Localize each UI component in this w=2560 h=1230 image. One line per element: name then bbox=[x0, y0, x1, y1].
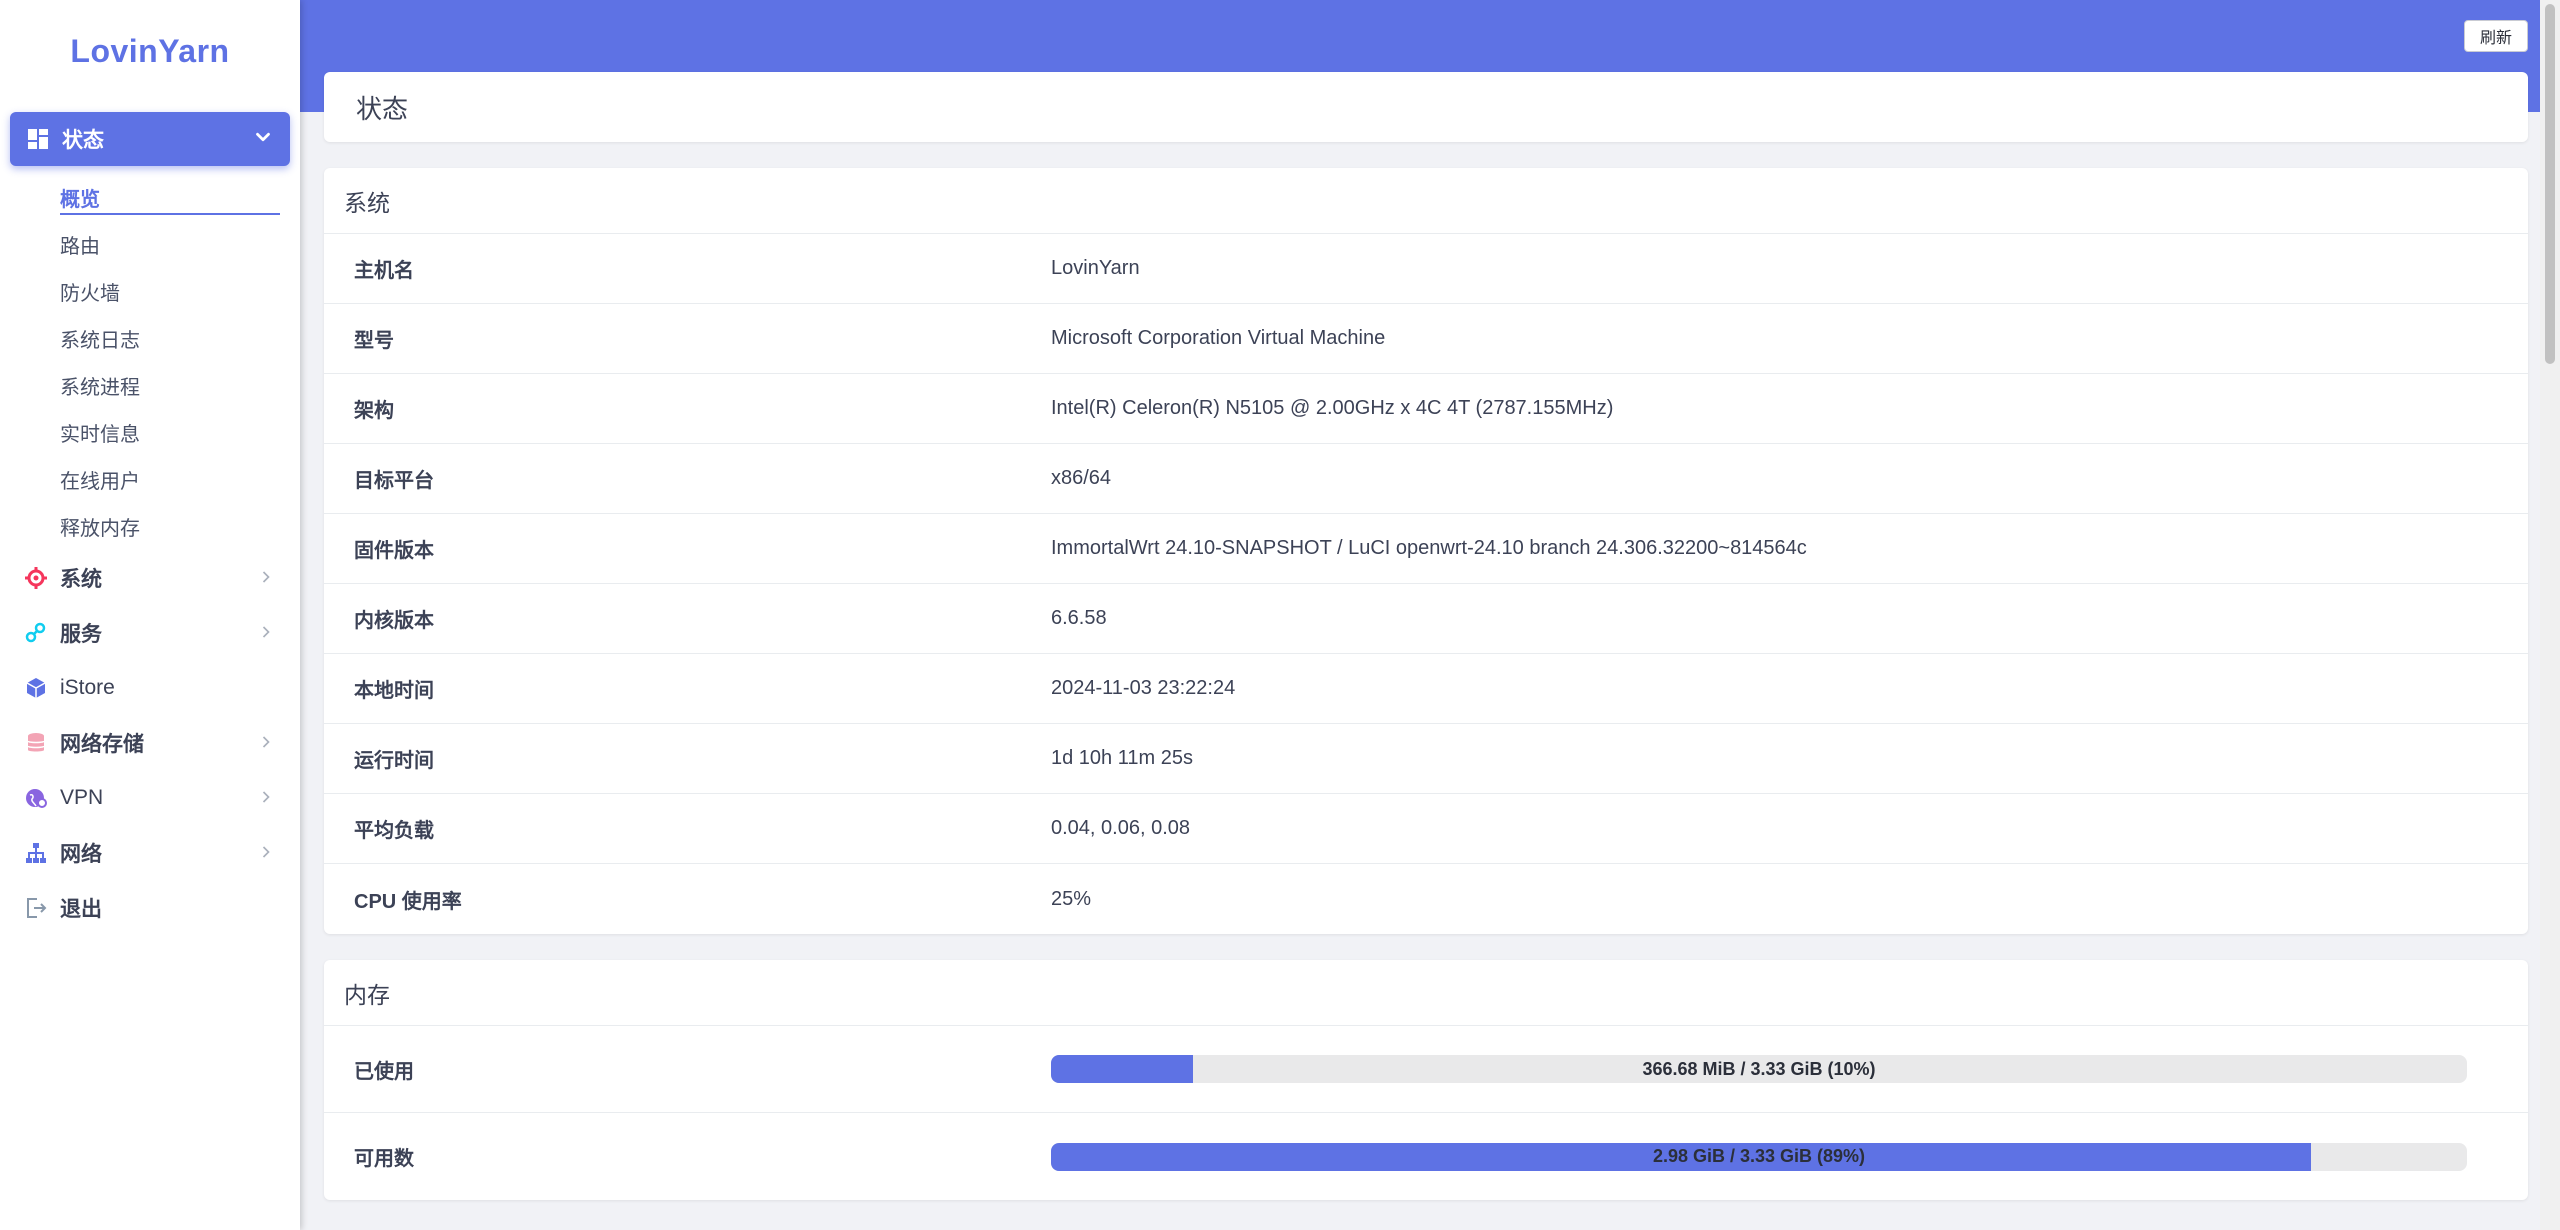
main-content: 状态 系统 主机名 LovinYarn 型号 Microsoft Corporati… bbox=[324, 72, 2528, 1200]
table-row: 运行时间 1d 10h 11m 25s bbox=[324, 724, 2528, 794]
table-row: 本地时间 2024-11-03 23:22:24 bbox=[324, 654, 2528, 724]
sidebar-item-nas[interactable]: 网络存储 bbox=[0, 715, 300, 770]
sidebar-item-online-users[interactable]: 在线用户 bbox=[0, 456, 300, 503]
row-key: 本地时间 bbox=[354, 680, 434, 702]
row-value: ImmortalWrt 24.10-SNAPSHOT / LuCI openwr… bbox=[1051, 537, 1807, 559]
memory-row: 已使用 366.68 MiB / 3.33 GiB (10%) bbox=[324, 1026, 2528, 1113]
row-key: 固件版本 bbox=[354, 540, 434, 562]
sidebar-subnav: 概览 路由 防火墙 系统日志 系统进程 实时信息 在线用户 释放内存 bbox=[0, 174, 300, 550]
row-value: 0.04, 0.06, 0.08 bbox=[1051, 817, 1191, 839]
scrollbar-thumb[interactable] bbox=[2545, 4, 2555, 364]
row-key: 型号 bbox=[354, 330, 394, 352]
row-key: 运行时间 bbox=[354, 750, 434, 772]
sidebar-group-status[interactable]: 状态 bbox=[10, 112, 290, 166]
dashboard-icon bbox=[26, 127, 50, 151]
row-key: 目标平台 bbox=[354, 470, 434, 492]
sidebar-item-routes[interactable]: 路由 bbox=[0, 221, 300, 268]
sidebar-item-processes[interactable]: 系统进程 bbox=[0, 362, 300, 409]
menu-label: iStore bbox=[60, 675, 115, 699]
row-key: 平均负载 bbox=[354, 820, 434, 842]
table-row: CPU 使用率 25% bbox=[324, 864, 2528, 934]
sidebar-item-realtime[interactable]: 实时信息 bbox=[0, 409, 300, 456]
chevron-down-icon bbox=[252, 126, 274, 148]
services-icon bbox=[24, 621, 48, 645]
system-card-header: 系统 bbox=[324, 168, 2528, 234]
page-title: 状态 bbox=[324, 72, 2528, 142]
sidebar-item-free-memory[interactable]: 释放内存 bbox=[0, 503, 300, 550]
table-row: 内核版本 6.6.58 bbox=[324, 584, 2528, 654]
memory-card-header: 内存 bbox=[324, 960, 2528, 1026]
sidebar-item-network[interactable]: 网络 bbox=[0, 825, 300, 880]
sidebar-group-label: 状态 bbox=[62, 129, 104, 152]
row-key: 主机名 bbox=[354, 260, 414, 282]
row-value: x86/64 bbox=[1051, 467, 1112, 489]
row-key: 可用数 bbox=[354, 1148, 414, 1170]
sidebar-item-syslog[interactable]: 系统日志 bbox=[0, 315, 300, 362]
memory-used-bar: 366.68 MiB / 3.33 GiB (10%) bbox=[1051, 1055, 2467, 1083]
memory-row: 可用数 2.98 GiB / 3.33 GiB (89%) bbox=[324, 1113, 2528, 1200]
menu-label: 系统 bbox=[60, 567, 102, 591]
menu-label: 退出 bbox=[60, 897, 102, 921]
row-key: 内核版本 bbox=[354, 610, 434, 632]
row-value: Microsoft Corporation Virtual Machine bbox=[1051, 327, 1386, 349]
brand-logo[interactable]: LovinYarn bbox=[0, 0, 300, 102]
row-value: 6.6.58 bbox=[1051, 607, 1107, 629]
row-key: 已使用 bbox=[354, 1060, 414, 1083]
box-icon bbox=[24, 676, 48, 700]
progress-label: 2.98 GiB / 3.33 GiB (89%) bbox=[1652, 1146, 1866, 1166]
sidebar-item-overview[interactable]: 概览 bbox=[0, 174, 300, 221]
memory-card: 内存 已使用 366.68 MiB / 3.33 GiB (10%) 可用数 2… bbox=[324, 960, 2528, 1200]
sidebar-item-vpn[interactable]: VPN bbox=[0, 770, 300, 825]
table-row: 主机名 LovinYarn bbox=[324, 234, 2528, 304]
sidebar-item-system[interactable]: 系统 bbox=[0, 550, 300, 605]
memory-available-bar: 2.98 GiB / 3.33 GiB (89%) bbox=[1051, 1142, 2467, 1171]
network-tree-icon bbox=[24, 841, 48, 865]
table-row: 型号 Microsoft Corporation Virtual Machine bbox=[324, 304, 2528, 374]
refresh-button[interactable]: 刷新 bbox=[2464, 20, 2528, 52]
row-key: 架构 bbox=[354, 400, 394, 422]
menu-label: 服务 bbox=[60, 622, 102, 646]
row-value: 366.68 MiB / 3.33 GiB (10%) bbox=[1051, 1055, 2528, 1083]
progress-label: 366.68 MiB / 3.33 GiB (10%) bbox=[1642, 1058, 1876, 1079]
gear-icon bbox=[24, 566, 48, 590]
row-value: 25% bbox=[1051, 887, 1092, 910]
database-icon bbox=[24, 731, 48, 755]
chevron-right-icon bbox=[256, 732, 276, 752]
chevron-right-icon bbox=[256, 622, 276, 642]
chevron-right-icon bbox=[256, 787, 276, 807]
menu-label: VPN bbox=[60, 785, 104, 809]
row-key: CPU 使用率 bbox=[354, 890, 462, 913]
sidebar-item-istore[interactable]: iStore bbox=[0, 660, 300, 715]
row-value: Intel(R) Celeron(R) N5105 @ 2.00GHz x 4C… bbox=[1051, 397, 1614, 419]
table-row: 架构 Intel(R) Celeron(R) N5105 @ 2.00GHz x … bbox=[324, 374, 2528, 444]
system-card: 系统 主机名 LovinYarn 型号 Microsoft Corporation … bbox=[324, 168, 2528, 934]
sidebar: LovinYarn 状态 概览 路由 防火墙 系统日志 系统进程 实时信息 在线… bbox=[0, 0, 300, 1230]
logout-icon bbox=[24, 896, 48, 920]
table-row: 目标平台 x86/64 bbox=[324, 444, 2528, 514]
page-scrollbar[interactable] bbox=[2540, 0, 2560, 1230]
sidebar-item-services[interactable]: 服务 bbox=[0, 605, 300, 660]
sidebar-item-logout[interactable]: 退出 bbox=[0, 880, 300, 935]
vpn-globe-icon bbox=[24, 786, 48, 810]
menu-label: 网络 bbox=[60, 842, 102, 866]
chevron-right-icon bbox=[256, 842, 276, 862]
row-value: 2024-11-03 23:22:24 bbox=[1051, 677, 1236, 699]
table-row: 平均负载 0.04, 0.06, 0.08 bbox=[324, 794, 2528, 864]
table-row: 固件版本 ImmortalWrt 24.10-SNAPSHOT / LuCI op… bbox=[324, 514, 2528, 584]
row-value: LovinYarn bbox=[1051, 257, 1140, 279]
sidebar-item-firewall[interactable]: 防火墙 bbox=[0, 268, 300, 315]
menu-label: 网络存储 bbox=[60, 732, 144, 756]
row-value: 2.98 GiB / 3.33 GiB (89%) bbox=[1051, 1142, 2528, 1171]
chevron-right-icon bbox=[256, 567, 276, 587]
row-value: 1d 10h 11m 25s bbox=[1051, 747, 1193, 769]
